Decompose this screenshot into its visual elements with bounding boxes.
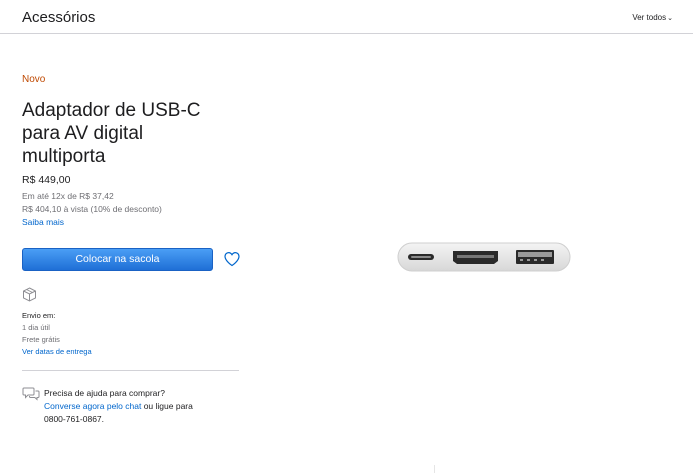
help-section: Precisa de ajuda para comprar? Converse … — [44, 387, 244, 426]
product-title-line-3: multiporta — [22, 146, 106, 167]
top-nav-bar: Acessórios Ver todos⌄ — [0, 0, 693, 34]
page-title: Acessórios — [22, 9, 96, 26]
heart-icon[interactable] — [223, 251, 241, 267]
product-title-line-1: Adaptador de USB-C — [22, 100, 201, 121]
box-icon — [23, 287, 36, 302]
chat-now-link[interactable]: Converse agora pelo chat — [44, 401, 141, 411]
usb-c-multiport-adapter-image — [397, 242, 571, 272]
learn-more-link[interactable]: Saiba mais — [22, 217, 64, 227]
phone-number: 0800-761-0867. — [44, 414, 105, 424]
installment-text: Em até 12x de R$ 37,42 — [22, 191, 114, 201]
help-contact-line: Converse agora pelo chat ou ligue para — [44, 400, 244, 413]
see-all-label: Ver todos — [632, 13, 667, 22]
section-divider — [22, 370, 239, 371]
product-title: Adaptador de USB-C para AV digital multi… — [22, 99, 252, 168]
add-to-bag-button[interactable]: Colocar na sacola — [22, 248, 213, 271]
cash-price-text: R$ 404,10 à vista (10% de desconto) — [22, 204, 162, 214]
delivery-dates-link[interactable]: Ver datas de entrega — [22, 347, 92, 356]
product-title-line-2: para AV digital — [22, 123, 144, 144]
product-price: R$ 449,00 — [22, 174, 71, 186]
shipping-cost: Frete grátis — [22, 335, 60, 344]
chat-bubbles-icon — [22, 387, 40, 401]
help-question: Precisa de ajuda para comprar? — [44, 388, 165, 398]
page-divider-tick — [434, 465, 435, 473]
chevron-down-icon: ⌄ — [667, 15, 673, 22]
see-all-link[interactable]: Ver todos⌄ — [632, 13, 673, 22]
or-call-text: ou ligue para — [141, 401, 193, 411]
shipping-label: Envio em: — [22, 311, 56, 320]
shipping-duration: 1 dia útil — [22, 323, 50, 332]
new-badge: Novo — [22, 74, 46, 85]
